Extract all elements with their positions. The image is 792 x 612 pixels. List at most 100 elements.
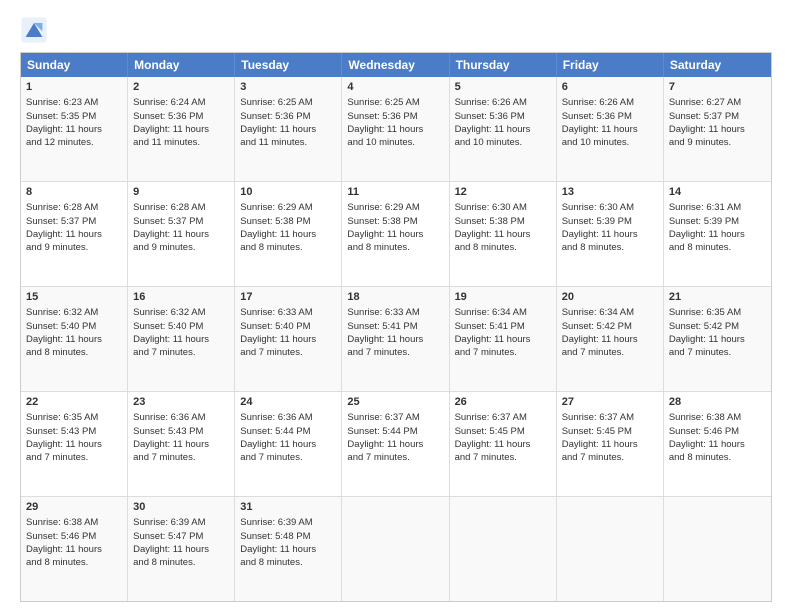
day-number: 19 <box>455 290 551 305</box>
day-info-line: Sunset: 5:39 PM <box>669 215 766 228</box>
day-info-line: and 8 minutes. <box>240 556 336 569</box>
day-info-line: Sunrise: 6:24 AM <box>133 96 229 109</box>
page: SundayMondayTuesdayWednesdayThursdayFrid… <box>0 0 792 612</box>
cal-cell: 8Sunrise: 6:28 AMSunset: 5:37 PMDaylight… <box>21 182 128 286</box>
cal-cell: 13Sunrise: 6:30 AMSunset: 5:39 PMDayligh… <box>557 182 664 286</box>
day-info-line: Daylight: 11 hours <box>240 123 336 136</box>
cal-cell: 23Sunrise: 6:36 AMSunset: 5:43 PMDayligh… <box>128 392 235 496</box>
cal-cell <box>664 497 771 601</box>
day-info-line: Sunset: 5:42 PM <box>669 320 766 333</box>
day-number: 9 <box>133 185 229 200</box>
day-info-line: Sunrise: 6:35 AM <box>26 411 122 424</box>
day-info-line: Sunrise: 6:29 AM <box>347 201 443 214</box>
day-info-line: Sunrise: 6:30 AM <box>562 201 658 214</box>
day-info-line: and 8 minutes. <box>562 241 658 254</box>
day-info-line: Sunrise: 6:33 AM <box>347 306 443 319</box>
day-info-line: Sunset: 5:40 PM <box>133 320 229 333</box>
day-info-line: Sunset: 5:47 PM <box>133 530 229 543</box>
cal-cell: 25Sunrise: 6:37 AMSunset: 5:44 PMDayligh… <box>342 392 449 496</box>
day-info-line: Daylight: 11 hours <box>240 438 336 451</box>
calendar-header: SundayMondayTuesdayWednesdayThursdayFrid… <box>21 53 771 77</box>
cal-cell: 1Sunrise: 6:23 AMSunset: 5:35 PMDaylight… <box>21 77 128 181</box>
day-info-line: Sunrise: 6:39 AM <box>133 516 229 529</box>
day-info-line: Daylight: 11 hours <box>26 543 122 556</box>
cal-cell: 26Sunrise: 6:37 AMSunset: 5:45 PMDayligh… <box>450 392 557 496</box>
cal-cell: 11Sunrise: 6:29 AMSunset: 5:38 PMDayligh… <box>342 182 449 286</box>
day-number: 4 <box>347 80 443 95</box>
cal-cell: 12Sunrise: 6:30 AMSunset: 5:38 PMDayligh… <box>450 182 557 286</box>
day-info-line: Sunset: 5:41 PM <box>455 320 551 333</box>
day-number: 24 <box>240 395 336 410</box>
day-number: 15 <box>26 290 122 305</box>
day-info-line: Sunset: 5:43 PM <box>26 425 122 438</box>
day-info-line: Sunrise: 6:38 AM <box>26 516 122 529</box>
day-info-line: Daylight: 11 hours <box>455 123 551 136</box>
day-info-line: and 7 minutes. <box>26 451 122 464</box>
day-info-line: and 8 minutes. <box>347 241 443 254</box>
cal-cell: 17Sunrise: 6:33 AMSunset: 5:40 PMDayligh… <box>235 287 342 391</box>
day-number: 11 <box>347 185 443 200</box>
day-info-line: Sunrise: 6:28 AM <box>133 201 229 214</box>
header-cell-tuesday: Tuesday <box>235 53 342 77</box>
day-number: 7 <box>669 80 766 95</box>
day-info-line: Sunset: 5:40 PM <box>26 320 122 333</box>
cal-row: 29Sunrise: 6:38 AMSunset: 5:46 PMDayligh… <box>21 496 771 601</box>
day-info-line: Sunrise: 6:32 AM <box>133 306 229 319</box>
day-info-line: Sunset: 5:46 PM <box>669 425 766 438</box>
day-number: 12 <box>455 185 551 200</box>
day-info-line: and 12 minutes. <box>26 136 122 149</box>
day-number: 23 <box>133 395 229 410</box>
day-info-line: Sunset: 5:37 PM <box>26 215 122 228</box>
day-info-line: Daylight: 11 hours <box>133 333 229 346</box>
cal-cell: 20Sunrise: 6:34 AMSunset: 5:42 PMDayligh… <box>557 287 664 391</box>
day-number: 17 <box>240 290 336 305</box>
day-info-line: Sunset: 5:46 PM <box>26 530 122 543</box>
day-info-line: Sunrise: 6:39 AM <box>240 516 336 529</box>
day-info-line: and 8 minutes. <box>133 556 229 569</box>
day-number: 28 <box>669 395 766 410</box>
day-number: 26 <box>455 395 551 410</box>
day-info-line: Daylight: 11 hours <box>455 228 551 241</box>
cal-cell: 2Sunrise: 6:24 AMSunset: 5:36 PMDaylight… <box>128 77 235 181</box>
day-info-line: Sunset: 5:40 PM <box>240 320 336 333</box>
day-number: 1 <box>26 80 122 95</box>
cal-cell <box>342 497 449 601</box>
day-info-line: Daylight: 11 hours <box>26 333 122 346</box>
day-info-line: Sunset: 5:37 PM <box>133 215 229 228</box>
day-info-line: and 7 minutes. <box>240 451 336 464</box>
calendar-body: 1Sunrise: 6:23 AMSunset: 5:35 PMDaylight… <box>21 77 771 601</box>
cal-cell: 18Sunrise: 6:33 AMSunset: 5:41 PMDayligh… <box>342 287 449 391</box>
day-info-line: Sunrise: 6:26 AM <box>562 96 658 109</box>
day-info-line: Daylight: 11 hours <box>562 333 658 346</box>
day-info-line: Sunset: 5:37 PM <box>669 110 766 123</box>
day-info-line: Sunset: 5:48 PM <box>240 530 336 543</box>
day-info-line: and 10 minutes. <box>347 136 443 149</box>
day-info-line: Daylight: 11 hours <box>455 333 551 346</box>
day-info-line: Daylight: 11 hours <box>240 228 336 241</box>
header-cell-monday: Monday <box>128 53 235 77</box>
day-info-line: and 8 minutes. <box>669 451 766 464</box>
day-info-line: Sunset: 5:36 PM <box>347 110 443 123</box>
day-info-line: Sunrise: 6:29 AM <box>240 201 336 214</box>
day-info-line: Daylight: 11 hours <box>669 333 766 346</box>
day-number: 14 <box>669 185 766 200</box>
day-info-line: and 10 minutes. <box>455 136 551 149</box>
cal-cell: 27Sunrise: 6:37 AMSunset: 5:45 PMDayligh… <box>557 392 664 496</box>
day-info-line: Sunset: 5:44 PM <box>240 425 336 438</box>
cal-cell: 30Sunrise: 6:39 AMSunset: 5:47 PMDayligh… <box>128 497 235 601</box>
day-number: 13 <box>562 185 658 200</box>
day-info-line: Sunrise: 6:36 AM <box>133 411 229 424</box>
day-info-line: and 9 minutes. <box>133 241 229 254</box>
day-info-line: and 8 minutes. <box>455 241 551 254</box>
day-info-line: and 7 minutes. <box>347 346 443 359</box>
cal-row: 1Sunrise: 6:23 AMSunset: 5:35 PMDaylight… <box>21 77 771 181</box>
day-number: 22 <box>26 395 122 410</box>
cal-cell: 5Sunrise: 6:26 AMSunset: 5:36 PMDaylight… <box>450 77 557 181</box>
day-info-line: Sunset: 5:45 PM <box>562 425 658 438</box>
day-info-line: and 11 minutes. <box>133 136 229 149</box>
day-info-line: Sunset: 5:41 PM <box>347 320 443 333</box>
cal-cell: 14Sunrise: 6:31 AMSunset: 5:39 PMDayligh… <box>664 182 771 286</box>
day-info-line: Sunset: 5:44 PM <box>347 425 443 438</box>
day-info-line: Daylight: 11 hours <box>562 123 658 136</box>
day-info-line: and 7 minutes. <box>133 451 229 464</box>
